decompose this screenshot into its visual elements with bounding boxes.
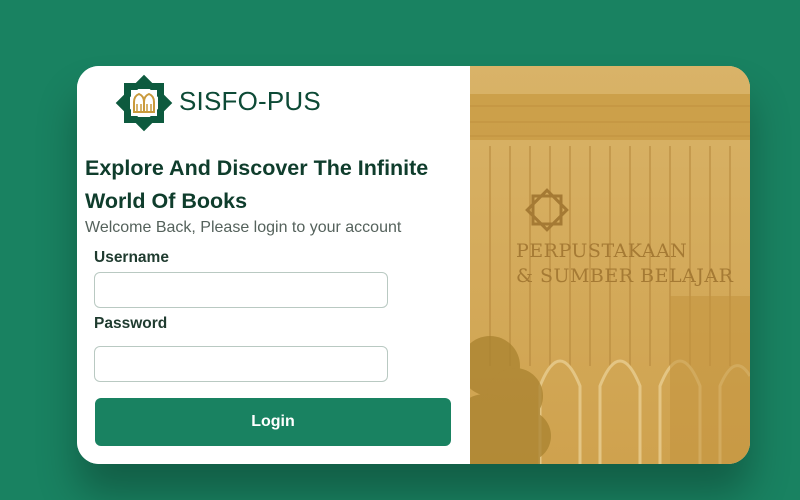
- library-building-image: PERPUSTAKAAN & SUMBER BELAJAR: [470, 66, 750, 464]
- page-subtitle: Welcome Back, Please login to your accou…: [85, 219, 402, 236]
- brand-name: SISFO-PUS: [179, 86, 321, 116]
- login-card: SISFO-PUS Explore And Discover The Infin…: [77, 66, 750, 464]
- password-label: Password: [94, 315, 168, 332]
- username-label: Username: [94, 249, 169, 266]
- building-sign-line-1: PERPUSTAKAAN: [516, 240, 688, 262]
- username-input[interactable]: [94, 272, 388, 308]
- login-panel: SISFO-PUS Explore And Discover The Infin…: [77, 66, 470, 464]
- login-button[interactable]: Login: [95, 398, 451, 446]
- page-headline: Explore And Discover The Infinite World …: [85, 156, 429, 213]
- building-sign-line-2: & SUMBER BELAJAR: [516, 265, 734, 287]
- octagram-library-logo-icon: [115, 74, 173, 132]
- password-input[interactable]: [94, 346, 388, 382]
